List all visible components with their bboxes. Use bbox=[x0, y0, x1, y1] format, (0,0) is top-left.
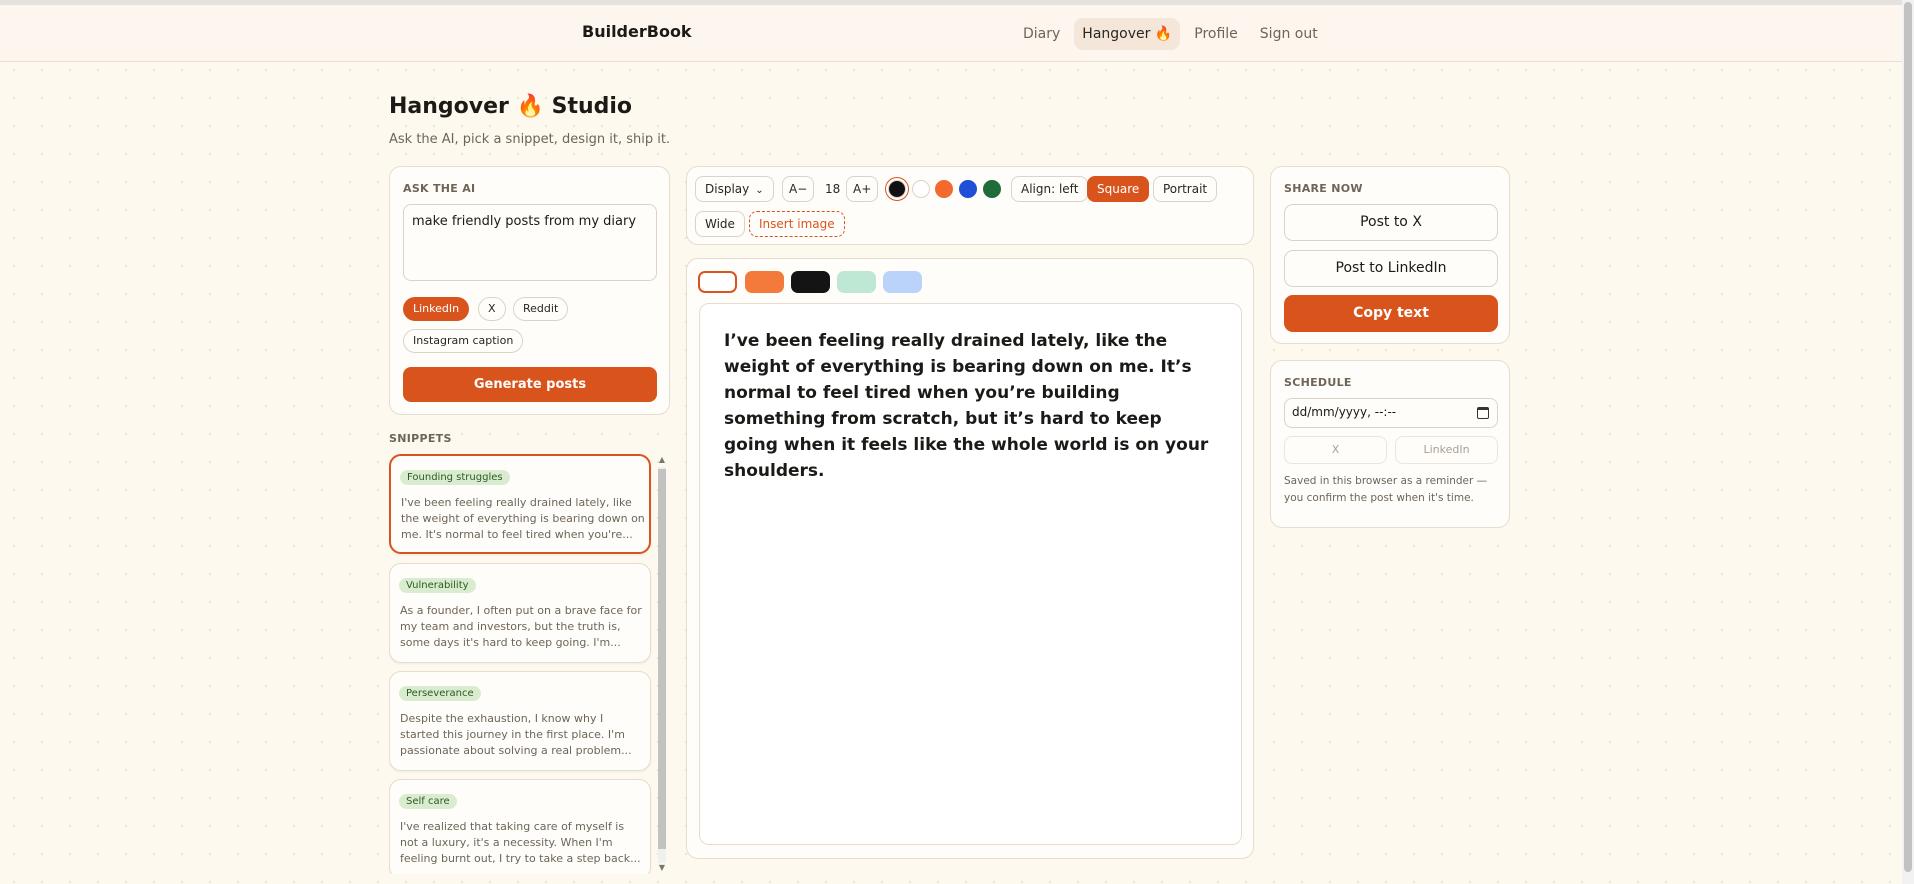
snippet-preview: As a founder, I often put on a brave fac… bbox=[400, 604, 642, 649]
align-button[interactable]: Align: left bbox=[1011, 176, 1089, 202]
brand-logo[interactable]: BuilderBook bbox=[582, 22, 692, 41]
snippet-tag: Self care bbox=[399, 794, 457, 809]
snippets-label: SNIPPETS bbox=[389, 432, 452, 445]
chevron-down-icon: ⌄ bbox=[755, 185, 764, 196]
snippet-card[interactable]: Vulnerability As a founder, I often put … bbox=[389, 563, 651, 663]
insert-image-button[interactable]: Insert image bbox=[749, 211, 845, 237]
font-size-value: 18 bbox=[825, 182, 841, 196]
format-square-button[interactable]: Square bbox=[1087, 176, 1150, 202]
snippet-card[interactable]: Founding struggles I've been feeling rea… bbox=[389, 454, 651, 554]
page-title: Hangover 🔥 Studio bbox=[389, 94, 633, 119]
snippet-tag: Perseverance bbox=[399, 686, 481, 701]
schedule-x-button[interactable]: X bbox=[1284, 436, 1387, 464]
snippet-scrollbar[interactable]: ▲ ▼ bbox=[656, 455, 668, 875]
snippet-list: Founding struggles I've been feeling rea… bbox=[389, 454, 669, 874]
text-color-orange[interactable] bbox=[935, 180, 953, 198]
schedule-label: SCHEDULE bbox=[1284, 376, 1352, 389]
design-toolbar: Display ⌄ A− 18 A+ Align: left Square Por… bbox=[686, 166, 1254, 245]
schedule-linkedin-button[interactable]: LinkedIn bbox=[1395, 436, 1498, 464]
text-color-green[interactable] bbox=[983, 180, 1001, 198]
platform-chip-x[interactable]: X bbox=[478, 297, 506, 321]
schedule-card: SCHEDULE dd/mm/yyyy, --:-- X LinkedIn Sa… bbox=[1270, 360, 1510, 528]
scroll-up-icon[interactable]: ▲ bbox=[656, 455, 668, 464]
copy-text-button[interactable]: Copy text bbox=[1284, 295, 1498, 332]
post-text[interactable]: I’ve been feeling really drained lately,… bbox=[724, 328, 1219, 484]
generate-posts-button[interactable]: Generate posts bbox=[403, 367, 657, 402]
platform-chip-instagram[interactable]: Instagram caption bbox=[403, 329, 524, 353]
background-blue-swatch[interactable] bbox=[883, 271, 922, 293]
nav-hangover[interactable]: Hangover 🔥 bbox=[1074, 18, 1181, 50]
platform-chip-reddit[interactable]: Reddit bbox=[513, 297, 569, 321]
nav-sign-out[interactable]: Sign out bbox=[1252, 18, 1326, 50]
ai-prompt-input[interactable]: make friendly posts from my diary bbox=[403, 204, 657, 281]
nav-diary[interactable]: Diary bbox=[1015, 18, 1068, 50]
format-wide-button[interactable]: Wide bbox=[695, 211, 745, 237]
snippet-card[interactable]: Self care I've realized that taking care… bbox=[389, 779, 651, 874]
post-to-x-button[interactable]: Post to X bbox=[1284, 204, 1498, 241]
snippet-preview: I've been feeling really drained lately,… bbox=[401, 496, 645, 541]
font-select[interactable]: Display ⌄ bbox=[695, 176, 774, 202]
share-now-label: SHARE NOW bbox=[1284, 182, 1363, 195]
format-portrait-button[interactable]: Portrait bbox=[1153, 176, 1218, 202]
background-mint-swatch[interactable] bbox=[837, 271, 876, 293]
background-black-swatch[interactable] bbox=[791, 271, 830, 293]
ask-ai-card: ASK THE AI make friendly posts from my d… bbox=[389, 166, 670, 415]
font-decrease-button[interactable]: A− bbox=[782, 176, 815, 202]
top-navbar: BuilderBook Diary Hangover 🔥 Profile Sig… bbox=[0, 0, 1902, 62]
text-color-blue[interactable] bbox=[959, 180, 977, 198]
snippet-card[interactable]: Perseverance Despite the exhaustion, I k… bbox=[389, 671, 651, 771]
snippet-preview: Despite the exhaustion, I know why I sta… bbox=[400, 712, 632, 757]
schedule-datetime-input[interactable]: dd/mm/yyyy, --:-- bbox=[1284, 398, 1498, 428]
post-to-linkedin-button[interactable]: Post to LinkedIn bbox=[1284, 250, 1498, 287]
text-color-black[interactable] bbox=[888, 180, 906, 198]
snippet-preview: I've realized that taking care of myself… bbox=[400, 820, 641, 865]
nav-profile[interactable]: Profile bbox=[1186, 18, 1246, 50]
post-editor-card: I’ve been feeling really drained lately,… bbox=[686, 258, 1254, 859]
ask-ai-label: ASK THE AI bbox=[403, 182, 476, 195]
main-nav: Diary Hangover 🔥 Profile Sign out bbox=[1015, 18, 1326, 50]
calendar-icon[interactable] bbox=[1477, 407, 1489, 419]
snippet-tag: Vulnerability bbox=[399, 578, 476, 593]
page-scrollbar-thumb[interactable] bbox=[1904, 2, 1912, 872]
snippet-tag: Founding struggles bbox=[400, 470, 510, 485]
platform-chip-linkedin[interactable]: LinkedIn bbox=[403, 297, 470, 321]
datetime-placeholder: dd/mm/yyyy, --:-- bbox=[1292, 405, 1397, 419]
share-now-card: SHARE NOW Post to X Post to LinkedIn Cop… bbox=[1270, 166, 1510, 344]
font-select-value: Display bbox=[705, 182, 750, 196]
text-color-white[interactable] bbox=[912, 180, 930, 198]
snippet-scroll-thumb[interactable] bbox=[658, 469, 666, 849]
schedule-note: Saved in this browser as a reminder — yo… bbox=[1284, 475, 1488, 504]
background-orange-swatch[interactable] bbox=[745, 271, 784, 293]
background-white-swatch[interactable] bbox=[698, 271, 737, 293]
scroll-down-icon[interactable]: ▼ bbox=[656, 863, 668, 872]
font-increase-button[interactable]: A+ bbox=[846, 176, 879, 202]
post-canvas[interactable]: I’ve been feeling really drained lately,… bbox=[699, 303, 1242, 845]
page-scrollbar[interactable] bbox=[1902, 0, 1914, 884]
page-subtitle: Ask the AI, pick a snippet, design it, s… bbox=[389, 132, 671, 147]
